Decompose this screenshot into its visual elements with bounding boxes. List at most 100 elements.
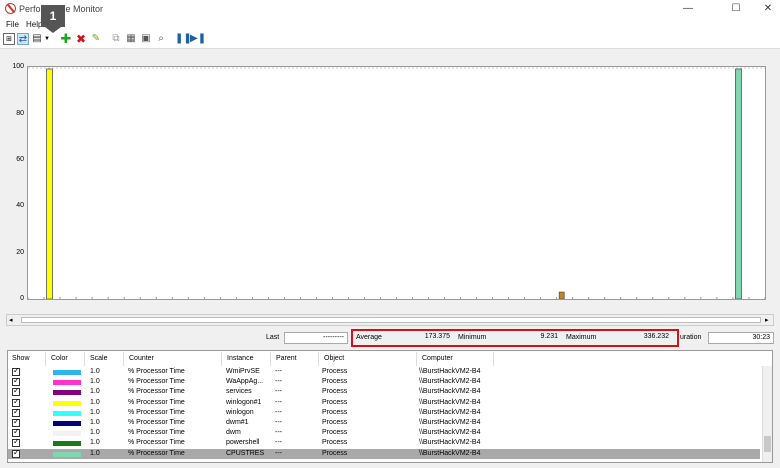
table-vertical-scrollbar[interactable] — [762, 366, 772, 462]
parent-cell: --- — [275, 439, 282, 447]
show-checkbox[interactable] — [12, 417, 20, 427]
menu-bar: File Help — [0, 19, 780, 31]
computer-cell: \\BurstHackVM2-B4 — [419, 378, 481, 386]
column-header-counter[interactable]: Counter — [125, 352, 222, 366]
callout-badge-1: 1 — [41, 5, 65, 27]
scale-cell: 1.0 — [90, 408, 100, 416]
table-row[interactable]: 1.0 % Processor Time powershell --- Process \… — [8, 437, 760, 448]
computer-cell: \\BurstHackVM2-B4 — [419, 429, 481, 437]
counter-cell: % Processor Time — [128, 378, 185, 386]
computer-cell: \\BurstHackVM2-B4 — [419, 388, 481, 396]
menu-file[interactable]: File — [6, 20, 19, 29]
show-checkbox[interactable] — [12, 407, 20, 417]
maximize-button[interactable]: ☐ — [724, 2, 748, 16]
show-checkbox[interactable] — [12, 427, 20, 438]
properties-icon[interactable]: ▣ — [140, 33, 152, 45]
counter-cell: % Processor Time — [128, 449, 185, 457]
color-swatch — [53, 431, 81, 437]
parent-cell: --- — [275, 408, 282, 416]
view-current-activity-icon[interactable]: ⊞ — [3, 33, 15, 45]
show-checkbox[interactable] — [12, 386, 20, 397]
y-tick-label: 40 — [16, 202, 24, 209]
show-checkbox[interactable] — [12, 448, 20, 458]
parent-cell: --- — [275, 388, 282, 396]
table-row[interactable]: 1.0 % Processor Time dwm --- Process \\BurstH… — [8, 427, 760, 438]
column-header-instance[interactable]: Instance — [223, 352, 271, 366]
column-header-computer[interactable]: Computer — [418, 352, 494, 366]
column-header-color[interactable]: Color — [47, 352, 85, 366]
graph-plot-area[interactable] — [27, 66, 766, 300]
instance-cell: services — [226, 388, 252, 396]
object-cell: Process — [322, 408, 348, 416]
scroll-left-icon[interactable]: ◂ — [9, 316, 13, 324]
table-row[interactable]: 1.0 % Processor Time winlogon#1 --- Process \… — [8, 397, 760, 408]
column-header-scale[interactable]: Scale — [86, 352, 124, 366]
scale-cell: 1.0 — [90, 378, 100, 386]
show-checkbox[interactable] — [12, 437, 20, 448]
object-cell: Process — [322, 378, 348, 386]
duration-label: uration — [680, 334, 702, 341]
computer-cell: \\BurstHackVM2-B4 — [419, 368, 481, 375]
scroll-right-icon[interactable]: ▸ — [765, 316, 769, 324]
y-tick-label: 80 — [16, 110, 24, 117]
color-swatch — [53, 390, 81, 396]
computer-cell: \\BurstHackVM2-B4 — [419, 419, 481, 426]
counter-cell: % Processor Time — [128, 429, 185, 437]
change-graph-type-icon[interactable]: ▤ — [31, 33, 43, 45]
scale-cell: 1.0 — [90, 398, 100, 406]
show-checkbox[interactable] — [12, 397, 20, 407]
show-checkbox[interactable] — [12, 366, 20, 376]
column-header-show[interactable]: Show — [8, 352, 46, 366]
instance-cell: CPUSTRES — [226, 449, 265, 457]
object-cell: Process — [322, 419, 348, 426]
object-cell: Process — [322, 388, 348, 396]
scale-cell: 1.0 — [90, 419, 100, 426]
instance-cell: winlogon#1 — [226, 398, 262, 406]
minimize-button[interactable]: — — [676, 2, 700, 16]
orange-bar — [558, 291, 565, 299]
table-row[interactable]: 1.0 % Processor Time dwm#1 --- Process \\Burs… — [8, 417, 760, 428]
column-header-object[interactable]: Object — [320, 352, 417, 366]
counter-cell: % Processor Time — [128, 419, 185, 426]
callout-arrow-1 — [45, 27, 61, 33]
counter-cell: % Processor Time — [128, 398, 185, 406]
object-cell: Process — [322, 429, 348, 437]
paste-counter-list-icon[interactable]: ▦ — [125, 33, 137, 45]
table-row[interactable]: 1.0 % Processor Time WmiPrvSE --- Process \\B… — [8, 366, 760, 377]
instance-cell: WaAppAg... — [226, 378, 264, 386]
parent-cell: --- — [275, 378, 282, 386]
table-row[interactable]: 1.0 % Processor Time CPUSTRES --- Process \\B… — [8, 448, 760, 459]
delete-counter-icon[interactable]: ✖ — [75, 33, 87, 45]
add-counter-icon[interactable]: ✚ — [60, 32, 72, 45]
color-swatch — [53, 400, 81, 406]
menu-help[interactable]: Help — [26, 20, 42, 29]
scroll-thumb[interactable] — [764, 436, 771, 452]
show-checkbox[interactable] — [12, 376, 20, 387]
copy-properties-icon[interactable]: ⧉ — [110, 33, 122, 45]
close-button[interactable]: ✕ — [756, 2, 780, 16]
instance-cell: dwm#1 — [226, 419, 249, 426]
scale-cell: 1.0 — [90, 439, 100, 447]
y-tick-label: 60 — [16, 156, 24, 163]
table-row[interactable]: 1.0 % Processor Time services --- Process \\B… — [8, 386, 760, 397]
duration-value: 30:23 — [708, 332, 774, 344]
column-header-parent[interactable]: Parent — [272, 352, 319, 366]
chevron-down-icon[interactable]: ▼ — [43, 33, 51, 45]
title-bar: Performance Monitor — ☐ ✕ — [0, 0, 780, 19]
perfmon-app-icon — [5, 3, 16, 14]
instance-cell: powershell — [226, 439, 260, 447]
graph-svg — [28, 67, 765, 299]
highlight-icon[interactable]: ✎ — [90, 33, 102, 45]
scroll-track[interactable] — [21, 317, 761, 323]
y-tick-label: 0 — [20, 295, 24, 302]
view-log-data-icon[interactable]: ⇄ — [17, 33, 29, 45]
freeze-display-icon[interactable]: ❚❚ — [175, 33, 192, 45]
table-row[interactable]: 1.0 % Processor Time winlogon --- Process \\B… — [8, 407, 760, 418]
graph-horizontal-scrollbar[interactable]: ◂ ▸ — [6, 314, 774, 326]
update-data-icon[interactable]: ▶❚ — [190, 33, 206, 45]
object-cell: Process — [322, 398, 348, 406]
scale-cell: 1.0 — [90, 429, 100, 437]
counter-cell: % Processor Time — [128, 439, 185, 447]
zoom-icon[interactable]: ⌕ — [155, 33, 167, 45]
table-row[interactable]: 1.0 % Processor Time WaAppAg... --- Process \… — [8, 376, 760, 387]
